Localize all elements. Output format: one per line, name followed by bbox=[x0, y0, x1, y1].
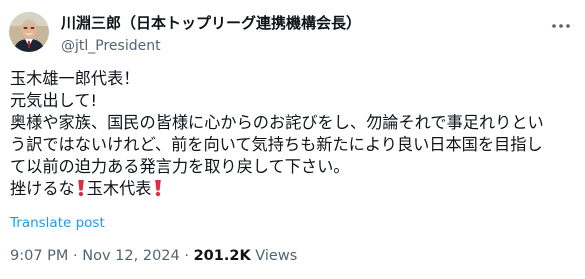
avatar-image bbox=[9, 12, 49, 52]
tweet-time[interactable]: 9:07 PM bbox=[10, 248, 68, 264]
tweet-date[interactable]: Nov 12, 2024 bbox=[82, 248, 179, 264]
tweet-line-part: 玉木代表 bbox=[86, 179, 152, 198]
author-block: 川淵三郎（日本トップリーグ連携機構会長） @jtl_President bbox=[61, 13, 361, 56]
tweet-last-line: 挫けるな 玉木代表 bbox=[10, 178, 580, 203]
views-label: Views bbox=[255, 248, 298, 264]
meta-separator: · bbox=[73, 248, 78, 264]
tweet-line: 元気出して! bbox=[10, 91, 97, 110]
tweet-line: う訳ではないけれど、前を向いて気持ちも新たにより良い日本国を目指し bbox=[10, 135, 543, 154]
more-dots-icon bbox=[552, 24, 570, 28]
translate-post-link[interactable]: Translate post bbox=[10, 215, 105, 231]
tweet-meta: 9:07 PM · Nov 12, 2024 · 201.2K Views bbox=[10, 248, 297, 264]
author-display-name[interactable]: 川淵三郎（日本トップリーグ連携機構会長） bbox=[61, 13, 361, 33]
tweet: 川淵三郎（日本トップリーグ連携機構会長） @jtl_President 玉木雄一… bbox=[0, 0, 585, 279]
views-count: 201.2K bbox=[193, 248, 251, 264]
red-exclamation-mark-icon bbox=[76, 179, 86, 203]
author-handle[interactable]: @jtl_President bbox=[61, 36, 361, 56]
tweet-line-part: 挫けるな bbox=[10, 179, 75, 198]
avatar[interactable] bbox=[9, 12, 49, 52]
tweet-text: 玉木雄一郎代表！ 元気出して! 奥様や家族、国民の皆様に心からのお詫びをし、勿論… bbox=[10, 68, 580, 203]
red-exclamation-mark-icon bbox=[153, 179, 163, 203]
tweet-line: て以前の迫力ある発言力を取り戻して下さい。 bbox=[10, 157, 350, 176]
tweet-line: 玉木雄一郎代表！ bbox=[10, 69, 140, 88]
tweet-line: 奥様や家族、国民の皆様に心からのお詫びをし、勿論それで事足れりとい bbox=[10, 113, 544, 132]
meta-separator: · bbox=[184, 248, 189, 264]
more-options-button[interactable] bbox=[549, 14, 573, 38]
